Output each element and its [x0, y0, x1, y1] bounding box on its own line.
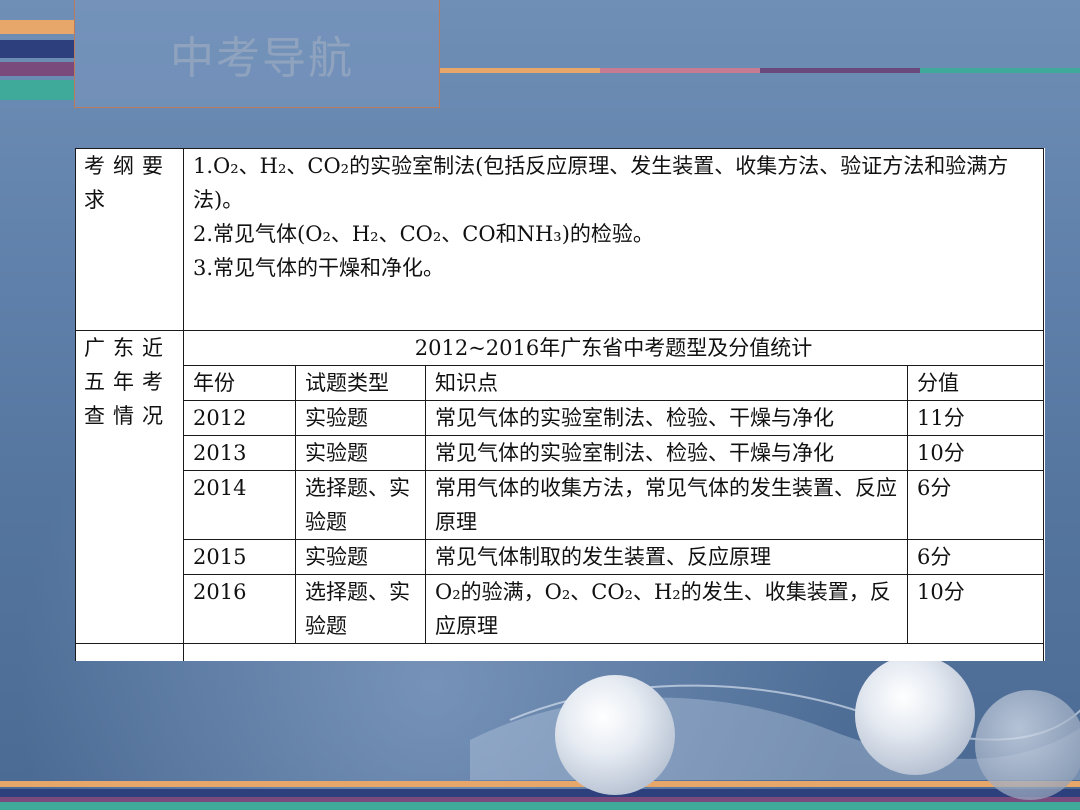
- info-table: 考纲要求 1.O₂、H₂、CO₂的实验室制法(包括反应原理、发生装置、收集方法、…: [75, 148, 1044, 661]
- cell-type: 选择题、实验题: [295, 470, 426, 540]
- cell-knowledge: O₂的验满，O₂、CO₂、H₂的发生、收集装置，反应原理: [425, 574, 908, 644]
- footer-stripe-orange: [0, 781, 1080, 787]
- table-row: 广东近五年考查情况 2012~2016年广东省中考题型及分值统计: [75, 330, 1044, 644]
- content-panel: 考纲要求 1.O₂、H₂、CO₂的实验室制法(包括反应原理、发生装置、收集方法、…: [75, 148, 1045, 661]
- table-row: 2015 实验题 常见气体制取的发生装置、反应原理 6分: [76, 539, 1044, 575]
- column-header-knowledge: 知识点: [425, 365, 908, 401]
- table-row: 2014 选择题、实验题 常用气体的收集方法，常见气体的发生装置、反应原理 6分: [76, 470, 1044, 540]
- stripe-orange: [0, 20, 74, 34]
- table-row: 考纲要求 1.O₂、H₂、CO₂的实验室制法(包括反应原理、发生装置、收集方法、…: [75, 148, 1044, 331]
- header-line-purple: [760, 68, 920, 73]
- cell-type: 实验题: [295, 539, 426, 575]
- cell-score: 10分: [907, 435, 1044, 471]
- cell-knowledge: 常用气体的收集方法，常见气体的发生装置、反应原理: [425, 470, 908, 540]
- table-header-row: 年份 试题类型 知识点 分值: [76, 365, 1044, 401]
- cell-knowledge: 常见气体的实验室制法、检验、干燥与净化: [425, 435, 908, 471]
- cell-year: 2014: [183, 470, 296, 540]
- cell-year: 2012: [183, 400, 296, 436]
- column-header-year: 年份: [183, 365, 296, 401]
- cell-year: 2015: [183, 539, 296, 575]
- column-header-type: 试题类型: [295, 365, 426, 401]
- header-line-orange: [440, 68, 600, 73]
- sphere-decoration-right: [975, 690, 1080, 800]
- stripe-purple: [0, 62, 74, 76]
- exam-history-header: 广东近五年考查情况: [75, 330, 184, 644]
- cell-type: 实验题: [295, 400, 426, 436]
- requirement-item: 1.O₂、H₂、CO₂的实验室制法(包括反应原理、发生装置、收集方法、验证方法和…: [193, 154, 1009, 212]
- requirements-cell: 1.O₂、H₂、CO₂的实验室制法(包括反应原理、发生装置、收集方法、验证方法和…: [183, 148, 1044, 331]
- cell-year: 2013: [183, 435, 296, 471]
- stripe-teal: [0, 80, 74, 100]
- requirement-item: 2.常见气体(O₂、H₂、CO₂、CO和NH₃)的检验。: [193, 222, 654, 246]
- cell-type: 实验题: [295, 435, 426, 471]
- column-header-score: 分值: [907, 365, 1044, 401]
- footer-stripe-teal: [0, 802, 1080, 810]
- cell-year: 2016: [183, 574, 296, 644]
- table-row: 2012 实验题 常见气体的实验室制法、检验、干燥与净化 11分: [76, 400, 1044, 436]
- slide-title: 中考导航: [170, 33, 354, 84]
- cell-score: 6分: [907, 539, 1044, 575]
- table-row: 2013 实验题 常见气体的实验室制法、检验、干燥与净化 10分: [76, 435, 1044, 471]
- sphere-decoration-left: [555, 675, 675, 795]
- header-line-teal: [920, 68, 1080, 73]
- cell-score: 10分: [907, 574, 1044, 644]
- stripe-navy: [0, 40, 74, 58]
- header-line-pink: [600, 68, 760, 73]
- cell-knowledge: 常见气体的实验室制法、检验、干燥与净化: [425, 400, 908, 436]
- cell-score: 6分: [907, 470, 1044, 540]
- table-row-cutoff: [75, 643, 1044, 661]
- requirement-item: 3.常见气体的干燥和净化。: [193, 256, 445, 280]
- footer-stripe-navy: [0, 789, 1080, 797]
- table-row: 2016 选择题、实验题 O₂的验满，O₂、CO₂、H₂的发生、收集装置，反应原…: [76, 574, 1044, 644]
- requirements-header: 考纲要求: [75, 148, 184, 331]
- stats-title: 2012~2016年广东省中考题型及分值统计: [183, 330, 1044, 366]
- cell-type: 选择题、实验题: [295, 574, 426, 644]
- sphere-decoration-middle: [855, 655, 975, 775]
- cell-knowledge: 常见气体制取的发生装置、反应原理: [425, 539, 908, 575]
- cell-score: 11分: [907, 400, 1044, 436]
